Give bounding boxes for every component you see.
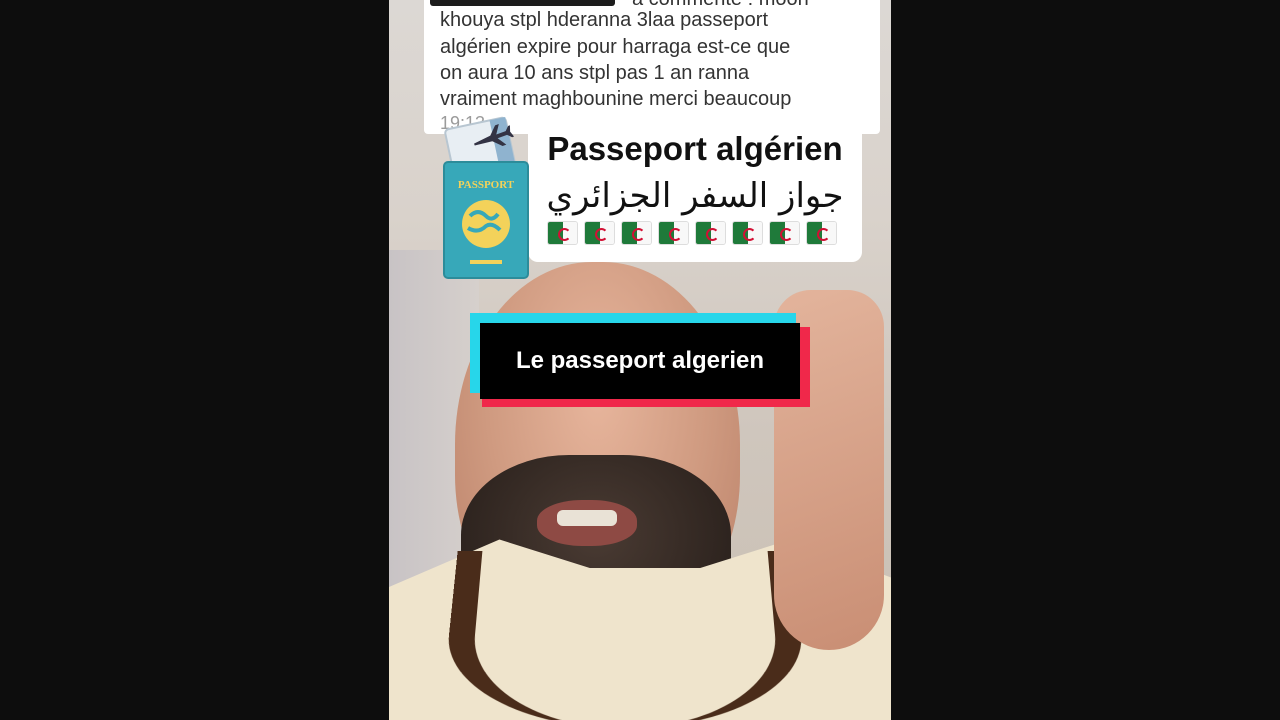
algeria-flag-icon [733, 222, 762, 244]
caption-text: Le passeport algerien [515, 347, 765, 374]
algeria-flag-icon [548, 222, 577, 244]
comment-line-1: khouya stpl hderanna 3laa passeport [440, 9, 769, 31]
title-french: Passeport algérien [547, 130, 843, 167]
title-arabic: جواز السفر الجزائري [546, 176, 844, 216]
algeria-flag-icon [622, 222, 651, 244]
video-caption: Le passeport algerien [470, 313, 810, 407]
algeria-flag-icon [696, 222, 725, 244]
person-teeth [557, 510, 617, 526]
comment-line-3: on aura 10 ans stpl pas 1 an ranna [440, 62, 750, 84]
algeria-flag-icon [770, 222, 799, 244]
algeria-flag-icon [585, 222, 614, 244]
comment-line-4: vraiment maghbounine merci beaucoup [440, 88, 792, 110]
passport-label: PASSPORT [458, 179, 515, 191]
title-card: Passeport algérien جواز السفر الجزائري [528, 128, 862, 262]
algeria-flag-icon [807, 222, 836, 244]
flag-row [548, 222, 836, 244]
comment-line-2: algérien expire pour harraga est-ce que [440, 36, 791, 58]
algeria-flag-icon [659, 222, 688, 244]
shirt-collar [439, 550, 811, 720]
redacted-username [430, 0, 615, 6]
passport-icon: PASSPORT [440, 112, 536, 282]
